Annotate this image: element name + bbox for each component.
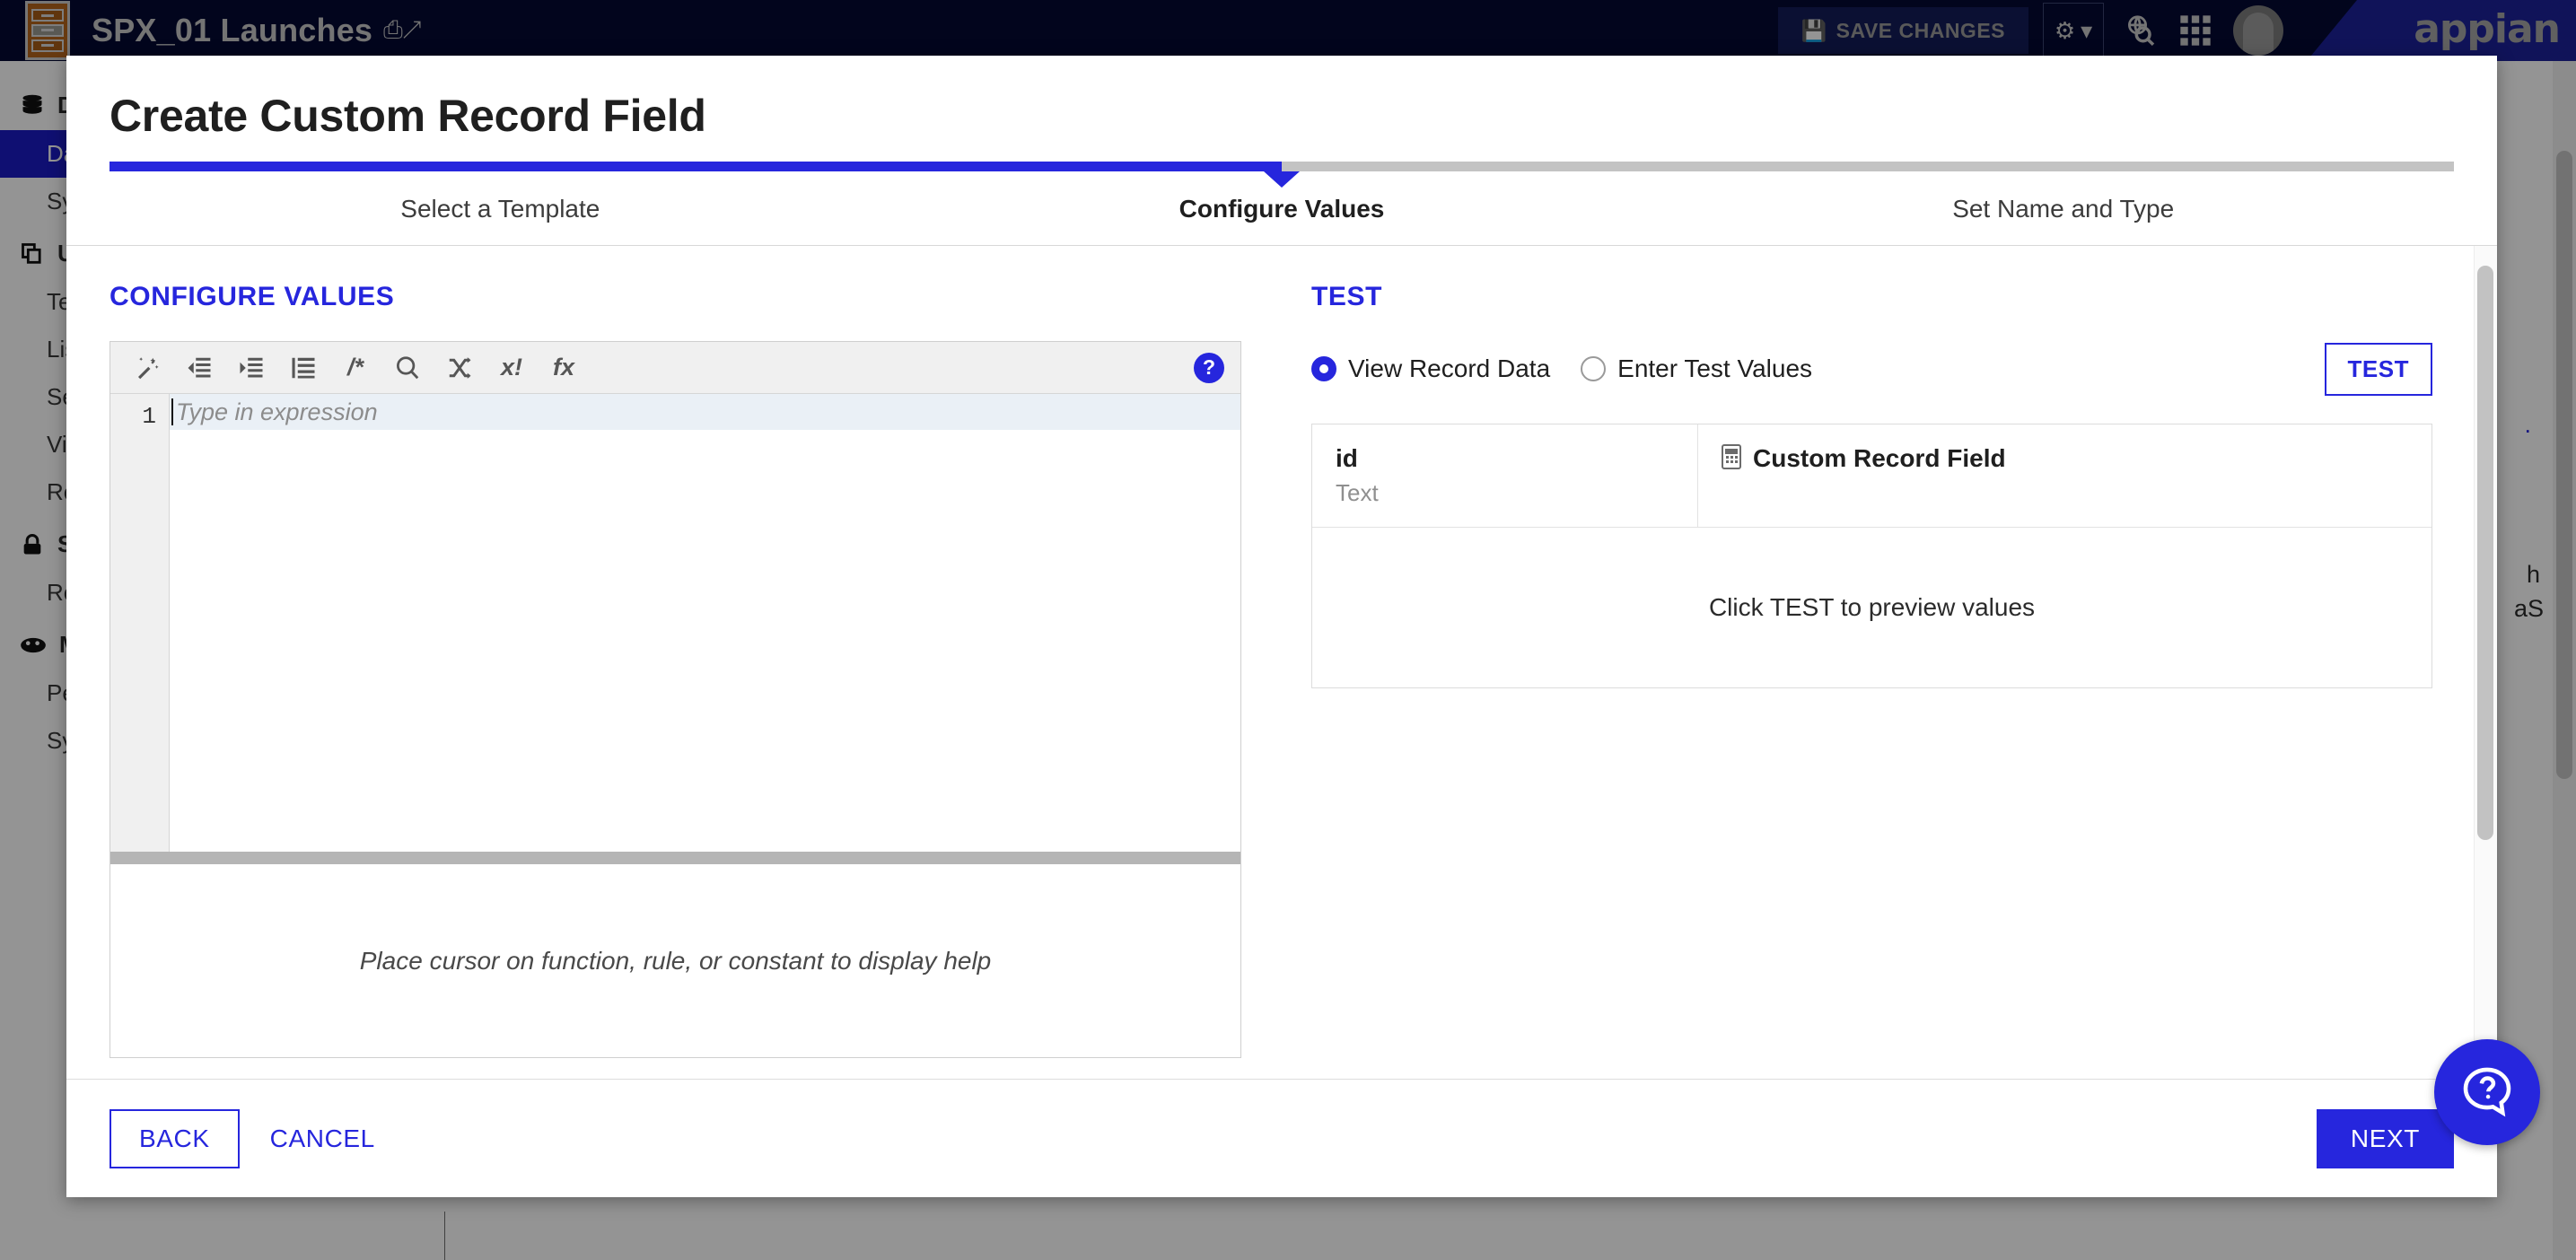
radio-label: View Record Data <box>1348 354 1551 382</box>
functions-icon[interactable]: fx <box>539 345 588 391</box>
expression-help-icon[interactable]: ? <box>1194 352 1224 383</box>
comment-icon[interactable]: /* <box>331 345 380 391</box>
cancel-button[interactable]: CANCEL <box>270 1124 375 1153</box>
configure-values-pane: CONFIGURE VALUES /* x! fx ? 1 Type in ex… <box>66 246 1274 1079</box>
magic-wand-icon[interactable] <box>123 345 171 391</box>
modal-scrollbar-track[interactable] <box>2474 246 2497 1079</box>
question-chat-icon <box>2463 1067 2511 1117</box>
format-list-icon[interactable] <box>279 345 328 391</box>
editor-resize-handle[interactable] <box>110 852 1240 864</box>
expression-help-text: Place cursor on function, rule, or const… <box>359 946 992 975</box>
test-heading: TEST <box>1311 282 1383 311</box>
stepper-labels: Select a Template Configure Values Set N… <box>110 195 2454 223</box>
help-fab-button[interactable] <box>2434 1039 2540 1145</box>
variables-icon[interactable]: x! <box>487 345 536 391</box>
next-button[interactable]: NEXT <box>2316 1108 2454 1168</box>
column-type: Text <box>1336 479 1379 506</box>
expression-placeholder: Type in expression <box>176 398 378 425</box>
radio-label: Enter Test Values <box>1617 354 1813 382</box>
outdent-icon[interactable] <box>175 345 223 391</box>
modal-scrollbar-thumb[interactable] <box>2477 266 2493 840</box>
expression-editor-toolbar: /* x! fx ? <box>110 342 1240 394</box>
test-button[interactable]: TEST <box>2324 342 2432 396</box>
text-caret <box>171 398 173 425</box>
shuffle-icon[interactable] <box>435 345 484 391</box>
expression-editor: /* x! fx ? 1 Type in expression Place cu… <box>110 341 1241 1058</box>
modal-body: CONFIGURE VALUES /* x! fx ? 1 Type in ex… <box>66 246 2497 1079</box>
step-set-name-and-type[interactable]: Set Name and Type <box>1672 195 2454 223</box>
configure-values-heading: CONFIGURE VALUES <box>110 282 395 311</box>
stepper-current-pointer <box>1264 171 1300 188</box>
column-name: Custom Record Field <box>1753 444 2006 472</box>
radio-dot-selected <box>1311 356 1336 381</box>
modal-footer: BACK CANCEL NEXT <box>66 1079 2497 1197</box>
table-column-id: id Text <box>1312 424 1698 527</box>
radio-dot <box>1581 356 1607 381</box>
column-name: id <box>1336 444 1358 472</box>
table-column-custom-record-field: Custom Record Field <box>1698 424 2431 527</box>
search-icon[interactable] <box>383 345 432 391</box>
table-header-row: id Text Custom Record Field <box>1312 424 2431 528</box>
step-select-a-template[interactable]: Select a Template <box>110 195 891 223</box>
editor-line-numbers: 1 <box>110 394 170 852</box>
calculator-icon <box>1722 444 1741 469</box>
stepper-progress <box>110 162 1282 171</box>
table-empty-state: Click TEST to preview values <box>1312 528 2431 687</box>
empty-message: Click TEST to preview values <box>1708 593 2036 621</box>
wizard-stepper: Select a Template Configure Values Set N… <box>66 162 2497 223</box>
expression-editor-area[interactable]: 1 Type in expression <box>110 394 1240 852</box>
test-controls: View Record Data Enter Test Values TEST <box>1311 341 2432 397</box>
back-button[interactable]: BACK <box>110 1108 240 1168</box>
indent-icon[interactable] <box>227 345 276 391</box>
step-configure-values[interactable]: Configure Values <box>891 195 1673 223</box>
test-pane: TEST View Record Data Enter Test Values … <box>1274 246 2497 1079</box>
radio-view-record-data[interactable]: View Record Data <box>1311 354 1550 383</box>
expression-help-panel: Place cursor on function, rule, or const… <box>110 864 1240 1057</box>
radio-enter-test-values[interactable]: Enter Test Values <box>1581 354 1812 383</box>
editor-code-column[interactable]: Type in expression <box>170 394 1240 852</box>
page-title: Create Custom Record Field <box>110 91 706 141</box>
editor-active-line[interactable]: Type in expression <box>170 394 1240 430</box>
create-custom-record-field-dialog: Create Custom Record Field Select a Temp… <box>66 56 2497 1197</box>
test-results-table: id Text Custom Record Field Click TEST t… <box>1311 424 2432 688</box>
